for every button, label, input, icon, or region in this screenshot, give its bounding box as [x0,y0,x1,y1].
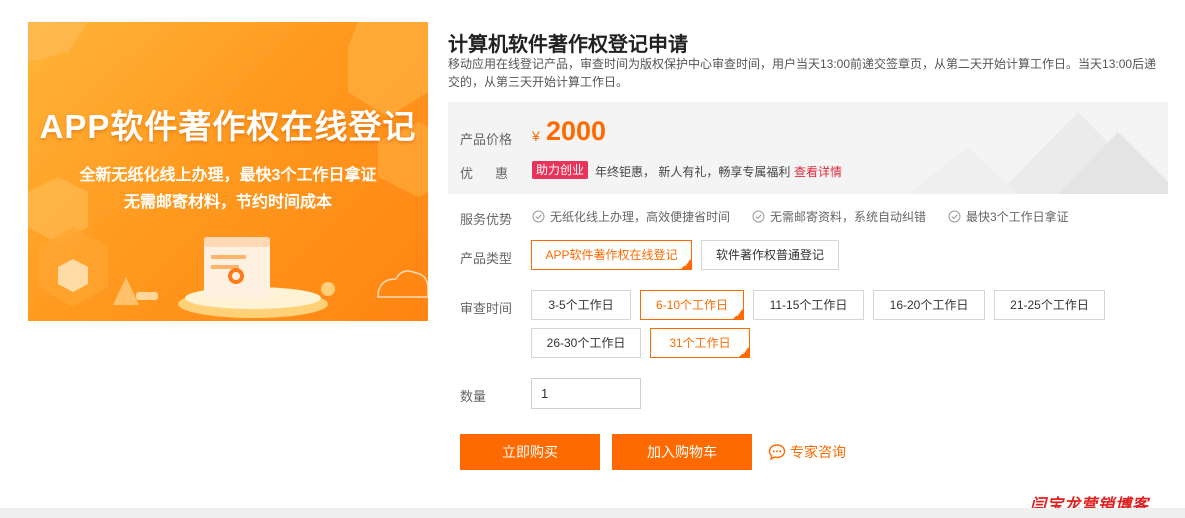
option-label: 26-30个工作日 [546,336,626,350]
buy-now-button[interactable]: 立即购买 [460,434,600,470]
price-label: 产品价格 [460,132,513,147]
product-type-option-app-online[interactable]: APP软件著作权在线登记 ✓ [531,240,692,270]
product-banner: APP软件著作权在线登记 全新无纸化线上办理，最快3个工作日拿证 无需邮寄材料，… [28,22,428,321]
option-label: 16-20个工作日 [889,298,969,312]
option-label: 6-10个工作日 [655,298,729,312]
promo-badge: 助力创业 [532,161,589,179]
promo-text: 年终钜惠， 新人有礼，畅享专属福利 [595,165,791,179]
expert-consult-link[interactable]: 专家咨询 [768,442,846,462]
product-type-option-standard[interactable]: 软件著作权普通登记 [701,240,839,270]
check-icon: ✓ [741,348,748,357]
check-icon: ✓ [683,260,690,269]
chat-bubble-icon [768,444,786,461]
review-time-option[interactable]: 26-30个工作日 [531,328,641,358]
page-bottom-divider [0,508,1185,518]
product-type-label: 产品类型 [460,251,513,266]
promo-details-link[interactable]: 查看详情 [794,163,842,180]
price-currency: ¥ [532,128,540,144]
option-label: APP软件著作权在线登记 [545,248,678,262]
check-circle-icon [948,210,961,223]
add-to-cart-button[interactable]: 加入购物车 [612,434,752,470]
review-time-option[interactable]: 21-25个工作日 [994,290,1105,320]
service-item-label: 无纸化线上办理，高效便捷省时间 [550,210,731,224]
price-panel-decoration [908,112,1168,194]
consult-label: 专家咨询 [790,444,846,460]
quantity-label: 数量 [460,389,487,404]
review-time-label: 审查时间 [460,301,513,316]
check-circle-icon [532,210,545,223]
price-panel: 产品价格 ¥ 2000 优惠 助力创业 年终钜惠， 新人有礼，畅享专属福利 查看… [448,102,1168,194]
option-label: 11-15个工作日 [769,298,848,312]
banner-subtitle: 无需邮寄材料，节约时间成本 [123,194,332,211]
check-icon: ✓ [735,310,742,319]
option-label: 21-25个工作日 [1010,298,1089,312]
service-item: 无纸化线上办理，高效便捷省时间 [532,208,730,225]
service-item: 无需邮寄资料，系统自动纠错 [752,208,926,225]
review-time-option[interactable]: 3-5个工作日 [531,290,631,320]
option-label: 软件著作权普通登记 [715,248,824,262]
option-label: 31个工作日 [669,336,731,350]
review-time-option[interactable]: 16-20个工作日 [873,290,985,320]
check-circle-icon [752,210,765,223]
promo-label: 优惠 [460,166,531,181]
quantity-input[interactable] [531,378,641,409]
price-value: 2000 [546,116,607,146]
review-time-option[interactable]: 11-15个工作日 [753,290,864,320]
banner-subtitle: 全新无纸化线上办理，最快3个工作日拿证 [79,167,377,184]
service-item-label: 无需邮寄资料，系统自动纠错 [770,210,927,224]
service-item-label: 最快3个工作日拿证 [966,210,1069,224]
services-label: 服务优势 [460,212,513,227]
service-item: 最快3个工作日拿证 [948,208,1069,225]
option-label: 3-5个工作日 [548,298,614,312]
product-description: 移动应用在线登记产品，审查时间为版权保护中心审查时间，用户当天13:00前递交签… [448,57,1157,89]
banner-title: APP软件著作权在线登记 [39,108,417,145]
review-time-option-selected[interactable]: 6-10个工作日 ✓ [640,290,744,320]
product-title: 计算机软件著作权登记申请 [448,34,688,56]
review-time-option[interactable]: 31个工作日 ✓ [650,328,750,358]
